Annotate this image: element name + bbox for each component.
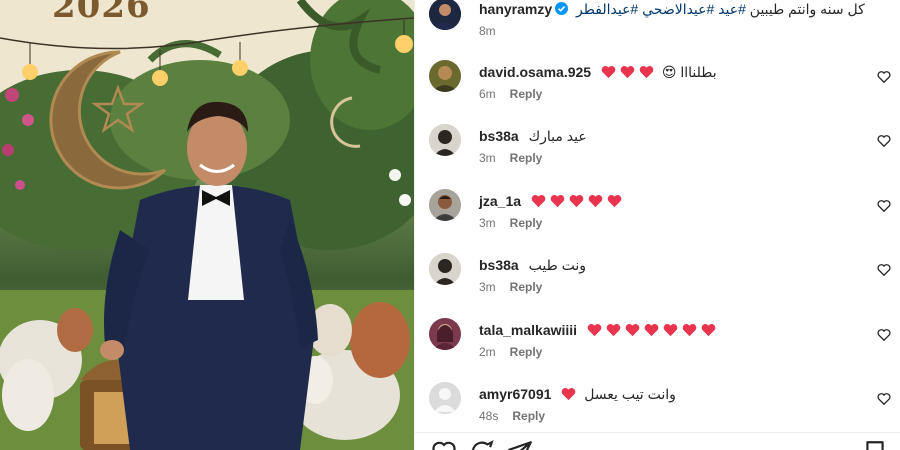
reply-button[interactable]: Reply: [512, 409, 545, 423]
red-heart-emoji-icon: [607, 194, 622, 208]
comment-text: ونت طيب: [528, 257, 587, 273]
post-time: 8m: [479, 24, 496, 38]
comment-username[interactable]: bs38a: [479, 128, 519, 144]
commenter-avatar[interactable]: [429, 124, 461, 156]
author-username[interactable]: hanyramzy: [479, 1, 552, 17]
eid-photo-illustration: [0, 0, 414, 450]
commenter-avatar[interactable]: [429, 253, 461, 285]
post-image[interactable]: 2026: [0, 0, 414, 450]
red-heart-emoji-icon: [644, 323, 659, 337]
commenter-avatar[interactable]: [429, 318, 461, 350]
heart-outline-icon[interactable]: [877, 134, 891, 148]
reply-button[interactable]: Reply: [510, 345, 543, 359]
red-heart-emoji-icon: [587, 323, 602, 337]
author-avatar[interactable]: [429, 0, 461, 30]
red-heart-emoji-icon: [588, 194, 603, 208]
red-heart-emoji-icon: [701, 323, 716, 337]
post-caption: hanyramzy كل سنه وانتم طيبين #عيد #عيدال…: [429, 0, 899, 44]
commenter-avatar[interactable]: [429, 382, 461, 414]
comment-item: tala_malkawiiii 2m Reply: [429, 318, 900, 378]
comment-bubble-icon[interactable]: [469, 439, 495, 450]
caption-text: كل سنه وانتم طيبين: [745, 1, 865, 17]
comment-username[interactable]: amyr67091: [479, 386, 551, 402]
commenter-avatar[interactable]: [429, 60, 461, 92]
red-heart-emoji-icon: [531, 194, 546, 208]
hashtag-3[interactable]: #عيدالفطر: [576, 1, 638, 17]
reply-button[interactable]: Reply: [510, 216, 543, 230]
red-heart-emoji-icon: [601, 65, 616, 79]
heart-outline-icon[interactable]: [877, 328, 891, 342]
red-heart-emoji-icon: [561, 387, 576, 401]
comment-time: 3m: [479, 216, 496, 230]
reply-button[interactable]: Reply: [510, 280, 543, 294]
comment-time: 6m: [479, 87, 496, 101]
heart-outline-icon[interactable]: [877, 392, 891, 406]
verified-badge-icon: [555, 1, 569, 15]
reply-button[interactable]: Reply: [510, 151, 543, 165]
red-heart-emoji-icon: [620, 65, 635, 79]
comment-item: david.osama.925 😍 بطلنااا 6m Reply: [429, 60, 900, 120]
red-heart-emoji-icon: [606, 323, 621, 337]
paper-plane-icon[interactable]: [507, 439, 533, 450]
comment-time: 3m: [479, 280, 496, 294]
comment-text: وانت تيب يعسل: [584, 386, 676, 402]
instagram-post-view: 2026 hanyramzy كل سنه وانتم طيبين #عيد #…: [0, 0, 900, 450]
red-heart-emoji-icon: [550, 194, 565, 208]
post-action-bar: [415, 432, 900, 450]
comments-panel: hanyramzy كل سنه وانتم طيبين #عيد #عيدال…: [414, 0, 900, 450]
comment-username[interactable]: jza_1a: [479, 193, 521, 209]
comment-emoji-hearts: [531, 193, 626, 209]
comment-emoji-hearts: [601, 64, 662, 80]
red-heart-emoji-icon: [682, 323, 697, 337]
red-heart-emoji-icon: [569, 194, 584, 208]
bookmark-icon[interactable]: [862, 439, 888, 450]
red-heart-emoji-icon: [639, 65, 654, 79]
image-year-text: 2026: [52, 0, 151, 26]
heart-outline-icon[interactable]: [877, 199, 891, 213]
like-heart-icon[interactable]: [431, 439, 457, 450]
comment-time: 3m: [479, 151, 496, 165]
heart-eyes-emoji: 😍: [661, 64, 677, 80]
comment-username[interactable]: bs38a: [479, 257, 519, 273]
comment-time: 48s: [479, 409, 499, 423]
heart-outline-icon[interactable]: [877, 70, 891, 84]
comment-username[interactable]: tala_malkawiiii: [479, 322, 577, 338]
reply-button[interactable]: Reply: [510, 87, 543, 101]
heart-outline-icon[interactable]: [877, 263, 891, 277]
red-heart-emoji-icon: [625, 323, 640, 337]
commenter-avatar[interactable]: [429, 189, 461, 221]
comment-text: عيد مبارك: [528, 128, 587, 144]
comment-username[interactable]: david.osama.925: [479, 64, 591, 80]
comment-item: bs38a ونت طيب 3m Reply: [429, 253, 900, 313]
comment-item: jza_1a 3m Reply: [429, 189, 900, 249]
comment-emoji-hearts: [587, 322, 720, 338]
comment-time: 2m: [479, 345, 496, 359]
hashtag-2[interactable]: #عيدالاضحي: [642, 1, 714, 17]
comment-item: bs38a عيد مبارك 3m Reply: [429, 124, 900, 184]
comment-text: بطلنااا: [680, 64, 717, 80]
comment-emoji-hearts: [561, 386, 584, 402]
red-heart-emoji-icon: [663, 323, 678, 337]
hashtag-1[interactable]: #عيد: [718, 1, 746, 17]
caption-text-group: كل سنه وانتم طيبين #عيد #عيدالاضحي #عيدا…: [576, 1, 865, 17]
